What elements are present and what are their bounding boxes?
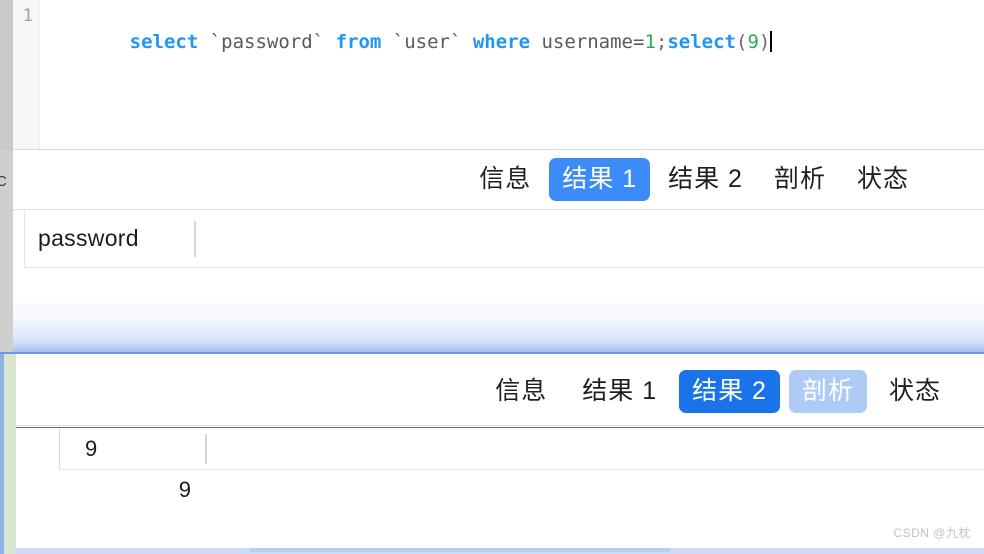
- sql-token-identifier: username=: [530, 31, 645, 53]
- column-header-password[interactable]: password: [38, 225, 139, 252]
- sql-token-number: 1: [644, 31, 656, 53]
- lower-window-edge-accent: [250, 548, 670, 552]
- csdn-watermark: CSDN @九枕: [893, 526, 971, 540]
- result-window-overlay: 信息 结果 1 结果 2 剖析 状态 9 9: [0, 352, 984, 554]
- tab-status[interactable]: 状态: [844, 158, 922, 201]
- sql-editor[interactable]: 1 select `password` from `user` where us…: [13, 0, 984, 150]
- result-grid-bottom[interactable]: 9 9: [16, 427, 984, 554]
- table-row[interactable]: [24, 268, 984, 356]
- column-resize-handle[interactable]: [194, 221, 196, 257]
- sql-token-identifier: `password`: [198, 31, 336, 53]
- column-header-9[interactable]: 9: [85, 436, 97, 462]
- tab-info[interactable]: 信息: [466, 158, 544, 201]
- sql-token-keyword: select: [667, 31, 736, 53]
- grid-header-row: 9: [59, 428, 984, 470]
- sql-token-number: 9: [747, 31, 759, 53]
- sql-token-keyword: from: [335, 31, 382, 53]
- result-grid-top[interactable]: password: [13, 211, 984, 356]
- text-caret: [770, 31, 773, 52]
- row-header-column: [16, 428, 60, 554]
- grid-header-row: password: [24, 211, 984, 268]
- sql-token-keyword: where: [472, 31, 531, 53]
- column-resize-handle[interactable]: [205, 434, 207, 464]
- tab-info[interactable]: 信息: [482, 370, 560, 413]
- tab-profile[interactable]: 剖析: [788, 370, 867, 413]
- sql-editor-window: C 1 select `password` from `user` where …: [0, 0, 984, 356]
- tab-result-2[interactable]: 结果 2: [679, 370, 780, 413]
- tab-status[interactable]: 状态: [876, 370, 954, 413]
- editor-gutter: 1: [13, 0, 40, 149]
- tab-result-1[interactable]: 结果 1: [549, 158, 651, 201]
- chrome-partial-glyph: C: [0, 173, 7, 190]
- cell-value[interactable]: 9: [59, 477, 191, 503]
- sql-code-line[interactable]: select `password` from `user` where user…: [61, 3, 773, 81]
- table-row[interactable]: 9: [59, 470, 984, 554]
- overlay-content: 信息 结果 1 结果 2 剖析 状态 9 9: [15, 354, 984, 554]
- sql-token-keyword: select: [129, 31, 199, 53]
- tab-profile[interactable]: 剖析: [761, 158, 839, 201]
- tab-result-1[interactable]: 结果 1: [569, 370, 670, 413]
- sql-token-punctuation: ): [758, 31, 771, 53]
- sql-token-punctuation: ;: [655, 31, 668, 53]
- tab-result-2[interactable]: 结果 2: [655, 158, 756, 201]
- line-number: 1: [22, 6, 33, 26]
- result-tabbar-bottom: 信息 结果 1 结果 2 剖析 状态: [16, 358, 984, 426]
- overlay-left-green-strip: [4, 354, 15, 554]
- sql-token-punctuation: (: [735, 31, 748, 53]
- result-tabbar-top: 信息 结果 1 结果 2 剖析 状态: [13, 150, 984, 210]
- sql-token-identifier: `user`: [381, 31, 473, 53]
